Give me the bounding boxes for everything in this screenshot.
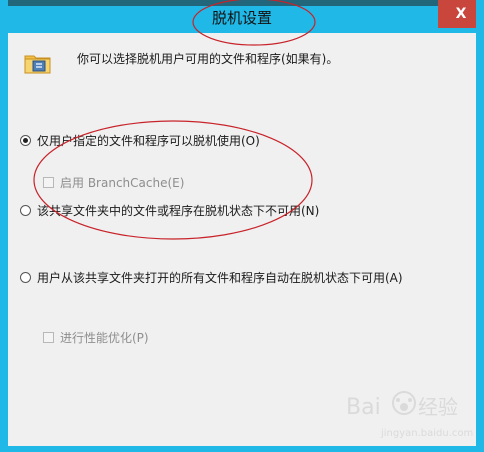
offline-folder-icon xyxy=(23,49,53,77)
option-user-specified-label: 仅用户指定的文件和程序可以脱机使用(O) xyxy=(37,134,260,148)
title-bar: 脱机设置 X xyxy=(8,0,476,33)
svg-text:jingyan.baidu.com: jingyan.baidu.com xyxy=(380,428,473,439)
branchcache-label: 启用 BranchCache(E) xyxy=(60,176,185,190)
radio-selected-icon[interactable] xyxy=(20,135,31,146)
performance-optimization-label: 进行性能优化(P) xyxy=(60,331,149,345)
title-top-strip xyxy=(8,0,476,6)
option-automatic-offline-label: 用户从该共享文件夹打开的所有文件和程序自动在脱机状态下可用(A) xyxy=(37,271,403,285)
offline-settings-dialog: 脱机设置 X 你可以选择脱机用户可用的文件和程序(如果有)。 仅用户指定的文件和… xyxy=(0,0,484,452)
option-not-available-label: 该共享文件夹中的文件或程序在脱机状态下不可用(N) xyxy=(37,204,320,218)
svg-text:经验: 经验 xyxy=(418,395,458,419)
option-not-available[interactable]: 该共享文件夹中的文件或程序在脱机状态下不可用(N) xyxy=(20,202,319,219)
close-button[interactable]: X xyxy=(438,0,476,28)
dialog-description: 你可以选择脱机用户可用的文件和程序(如果有)。 xyxy=(77,52,339,66)
radio-unselected-icon[interactable] xyxy=(20,205,31,216)
checkbox-unchecked-icon xyxy=(43,177,54,188)
branchcache-checkbox: 启用 BranchCache(E) xyxy=(43,174,184,191)
checkbox-unchecked-icon xyxy=(43,332,54,343)
svg-text:Bai: Bai xyxy=(346,395,381,420)
red-annotation-overlay xyxy=(33,0,316,240)
radio-unselected-icon[interactable] xyxy=(20,272,31,283)
baidu-watermark-icon: Bai 经验 jingyan.baidu.com xyxy=(346,391,473,439)
option-user-specified[interactable]: 仅用户指定的文件和程序可以脱机使用(O) xyxy=(20,132,260,149)
performance-optimization-checkbox: 进行性能优化(P) xyxy=(43,329,149,346)
dialog-title: 脱机设置 xyxy=(211,9,272,27)
option-automatic-offline[interactable]: 用户从该共享文件夹打开的所有文件和程序自动在脱机状态下可用(A) xyxy=(20,269,403,286)
